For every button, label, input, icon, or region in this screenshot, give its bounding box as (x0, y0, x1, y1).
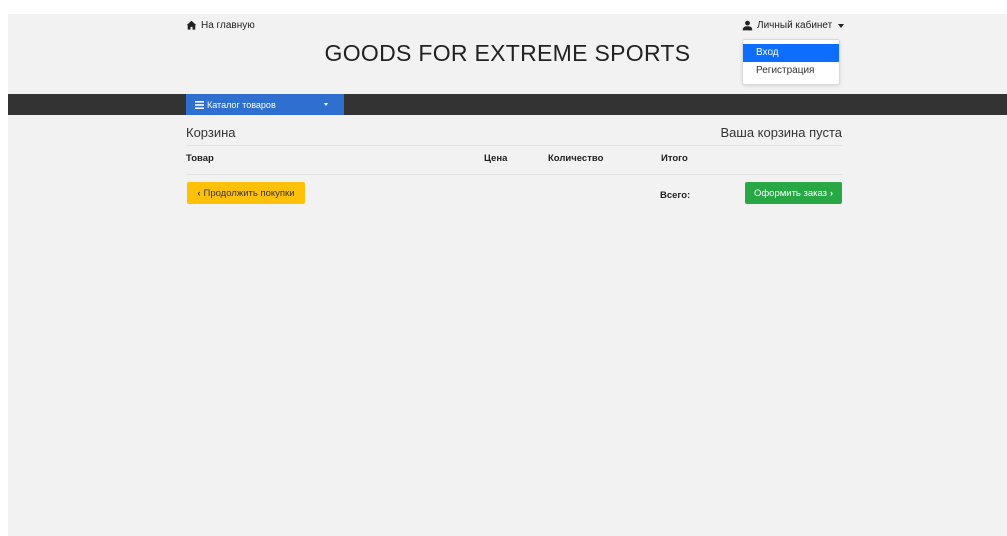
column-header-product: Товар (186, 153, 214, 164)
catalog-button[interactable]: Каталог товаров (186, 94, 344, 115)
chevron-right-icon: › (830, 187, 834, 198)
dropdown-item-register[interactable]: Регистрация (743, 62, 839, 80)
home-icon (186, 20, 197, 30)
divider (186, 174, 842, 175)
column-header-total: Итого (661, 153, 688, 164)
account-label: Личный кабинет (757, 20, 833, 31)
user-icon (742, 20, 753, 31)
checkout-button[interactable]: Оформить заказ › (745, 182, 842, 204)
continue-shopping-button[interactable]: ‹ Продолжить покупки (187, 182, 305, 204)
column-header-quantity: Количество (548, 153, 604, 164)
chevron-left-icon: ‹ (197, 187, 201, 198)
account-dropdown-toggle[interactable]: Личный кабинет (742, 20, 845, 31)
dropdown-item-login[interactable]: Вход (743, 44, 839, 62)
page-background: На главную GOODS FOR EXTREME SPORTS Личн… (8, 14, 1007, 536)
cart-empty-message: Ваша корзина пуста (720, 125, 843, 140)
home-link[interactable]: На главную (186, 20, 255, 31)
account-dropdown-menu: Вход Регистрация (742, 39, 840, 85)
cart-total-label: Всего: (660, 190, 691, 201)
home-link-label: На главную (201, 20, 255, 31)
divider (186, 145, 842, 146)
checkout-label: Оформить заказ (753, 187, 828, 199)
continue-shopping-label: Продолжить покупки (203, 187, 295, 199)
caret-down-icon (324, 103, 328, 106)
cart-title: Корзина (186, 125, 236, 140)
catalog-button-label: Каталог товаров (207, 99, 276, 110)
column-header-price: Цена (484, 153, 508, 164)
caret-down-icon (838, 23, 845, 28)
navbar: Каталог товаров (8, 94, 1007, 115)
site-title: GOODS FOR EXTREME SPORTS (324, 40, 691, 66)
bars-icon (195, 100, 204, 109)
